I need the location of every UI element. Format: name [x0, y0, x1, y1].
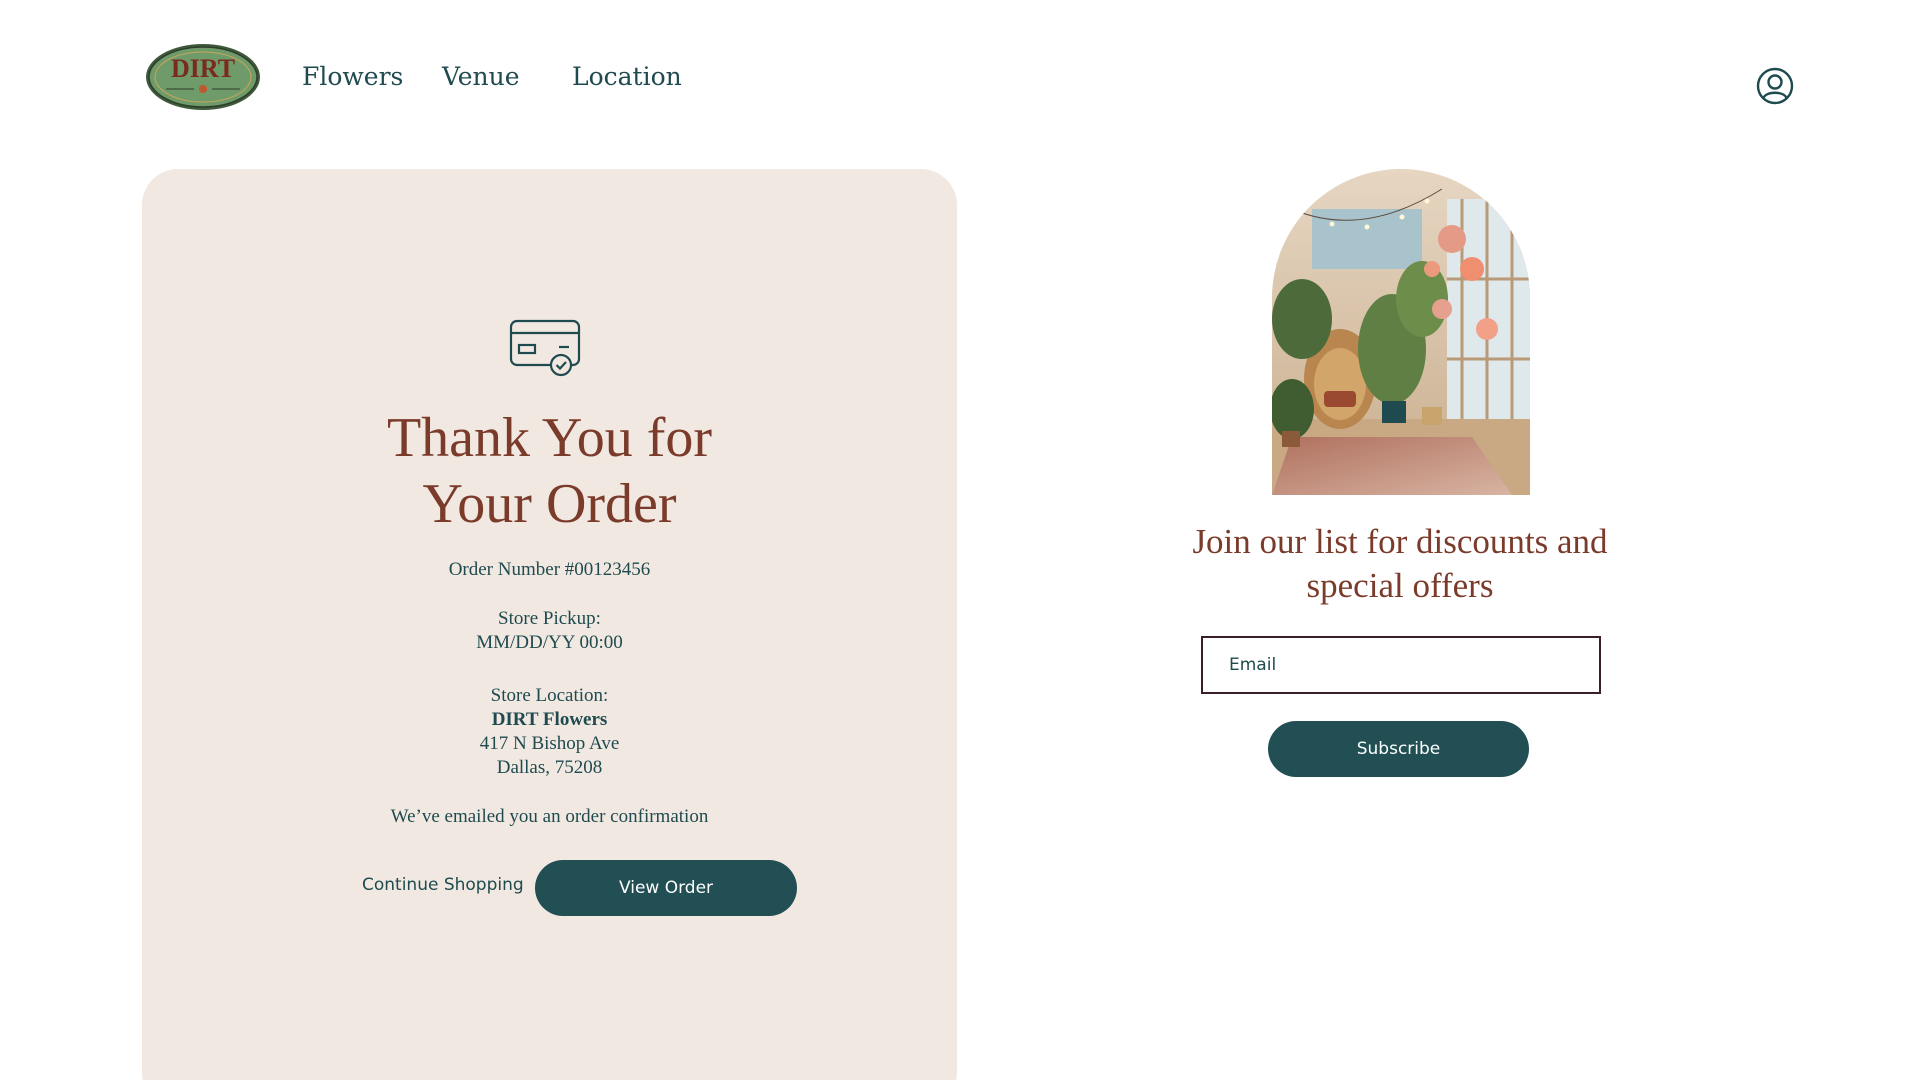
- nav-location[interactable]: Location: [572, 62, 682, 91]
- pickup-label: Store Pickup:: [498, 608, 601, 629]
- view-order-button[interactable]: View Order: [535, 860, 797, 916]
- svg-text:DIRT: DIRT: [171, 54, 235, 83]
- store-name: DIRT Flowers: [491, 709, 608, 730]
- pickup-time: MM/DD/YY 00:00: [476, 632, 623, 653]
- email-input[interactable]: [1201, 636, 1601, 694]
- pickup-info: Store Pickup: MM/DD/YY 00:00: [142, 607, 957, 655]
- store-location-info: Store Location: DIRT Flowers 417 N Bisho…: [142, 684, 957, 780]
- address-line2: Dallas, 75208: [496, 757, 603, 778]
- newsletter-heading: Join our list for discounts and special …: [1160, 520, 1640, 608]
- email-confirmation-note: We’ve emailed you an order confirmation: [390, 806, 709, 827]
- subscribe-button[interactable]: Subscribe: [1268, 721, 1529, 777]
- location-label: Store Location:: [490, 685, 609, 706]
- newsletter-heading-line1: Join our list for discounts and: [1192, 522, 1608, 561]
- nav-flowers[interactable]: Flowers: [302, 62, 403, 91]
- dirt-logo[interactable]: DIRT: [144, 42, 262, 112]
- user-account-icon[interactable]: [1755, 66, 1795, 106]
- order-number: Order Number #00123456: [448, 559, 651, 580]
- nav-venue[interactable]: Venue: [442, 62, 520, 91]
- order-title-line2: Your Order: [422, 473, 677, 535]
- venue-photo: [1272, 169, 1530, 495]
- newsletter-heading-line2: special offers: [1306, 566, 1494, 605]
- order-title: Thank You for Your Order: [142, 405, 957, 537]
- credit-card-check-icon: [509, 319, 585, 381]
- continue-shopping-link[interactable]: Continue Shopping: [362, 875, 524, 895]
- order-confirmation-card: Thank You for Your Order Order Number #0…: [142, 169, 957, 1080]
- address-line1: 417 N Bishop Ave: [479, 733, 620, 754]
- order-title-line1: Thank You for: [386, 407, 713, 469]
